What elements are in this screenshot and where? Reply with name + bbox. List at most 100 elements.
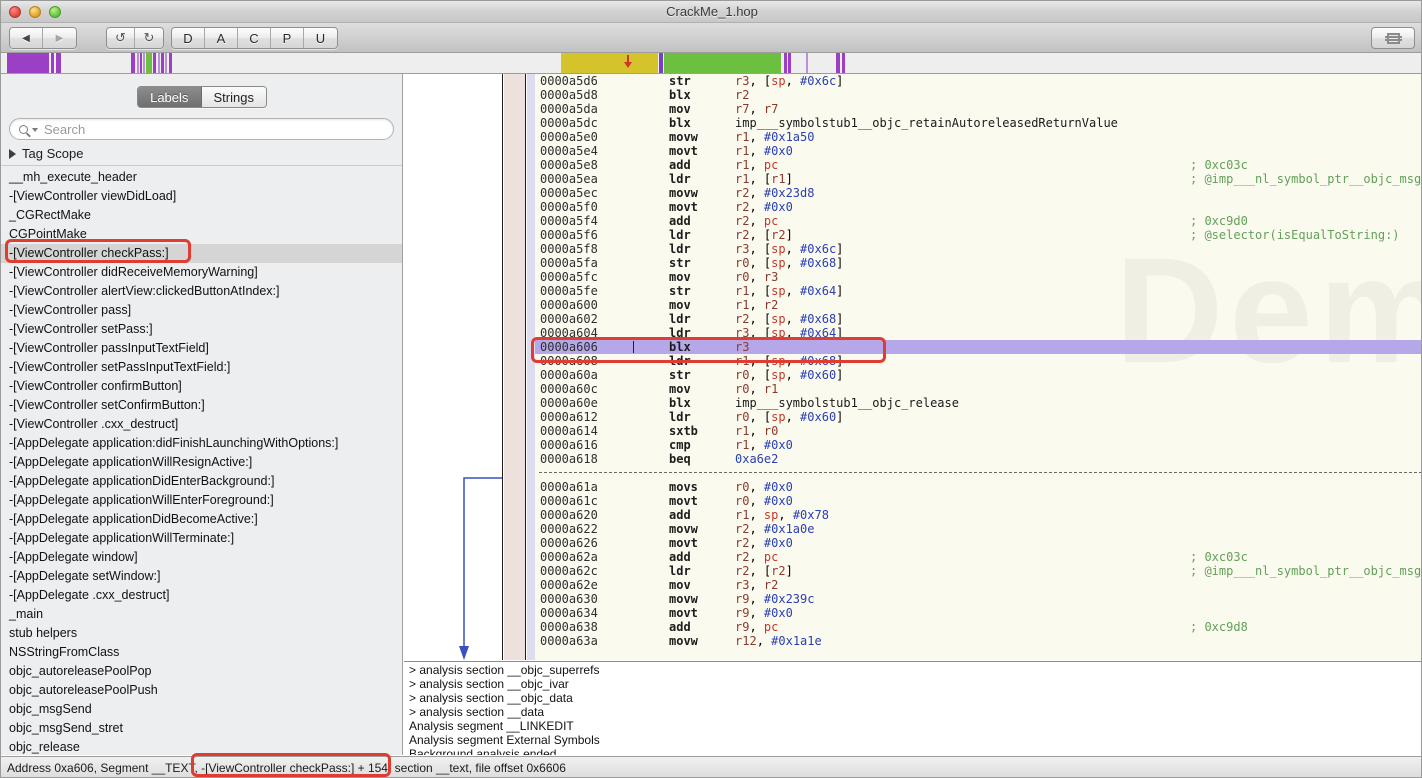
disclosure-triangle-icon[interactable] <box>9 148 16 159</box>
processor-button[interactable] <box>1371 27 1415 49</box>
tab-labels[interactable]: Labels <box>137 87 202 107</box>
label-list-item[interactable]: objc_autoreleasePoolPush <box>1 681 402 700</box>
chevron-down-icon[interactable] <box>32 128 38 132</box>
disassembly-row[interactable]: 0000a63a movw r12, #0x1a1e <box>535 634 1421 648</box>
label-list-item[interactable]: -[AppDelegate applicationDidBecomeActive… <box>1 510 402 529</box>
redo-icon[interactable]: ↻ <box>135 28 163 48</box>
label-list-item[interactable]: -[AppDelegate applicationDidEnterBackgro… <box>1 472 402 491</box>
label-list-item[interactable]: -[AppDelegate application:didFinishLaunc… <box>1 434 402 453</box>
search-box[interactable] <box>9 118 394 140</box>
disassembly-row[interactable]: 0000a5f8 ldr r3, [sp, #0x6c] <box>535 242 1421 256</box>
disassembly-row[interactable]: 0000a634 movt r9, #0x0 <box>535 606 1421 620</box>
disassembly-row[interactable]: 0000a626 movt r2, #0x0 <box>535 536 1421 550</box>
label-list-item[interactable]: -[ViewController pass] <box>1 301 402 320</box>
undo-icon[interactable]: ↺ <box>107 28 135 48</box>
segment-block[interactable] <box>51 53 54 73</box>
disassembly-row[interactable]: 0000a60e blx imp___symbolstub1__objc_relea… <box>535 396 1421 410</box>
label-list-item[interactable]: -[ViewController didReceiveMemoryWarning… <box>1 263 402 282</box>
disassembly-row[interactable]: 0000a5ec movw r2, #0x23d8 <box>535 186 1421 200</box>
tag-scope-disclosure[interactable]: Tag Scope <box>1 140 402 166</box>
disassembly-row[interactable]: 0000a618 beq 0xa6e2 <box>535 452 1421 466</box>
label-list-item[interactable]: CGPointMake <box>1 225 402 244</box>
disassembly-row[interactable]: 0000a5fc mov r0, r3 <box>535 270 1421 284</box>
disassembly-row[interactable]: 0000a616 cmp r1, #0x0 <box>535 438 1421 452</box>
segment-block[interactable] <box>158 53 160 73</box>
label-list-item[interactable]: -[ViewController setPassInputTextField:] <box>1 358 402 377</box>
disassembly-row[interactable]: 0000a5f6 ldr r2, [r2] ; @selector(isEqualTo… <box>535 228 1421 242</box>
disassembly-row[interactable]: 0000a5da mov r7, r7 <box>535 102 1421 116</box>
label-list-item[interactable]: stub helpers <box>1 624 402 643</box>
disassembly-row[interactable]: 0000a60c mov r0, r1 <box>535 382 1421 396</box>
label-list-item[interactable]: -[ViewController viewDidLoad] <box>1 187 402 206</box>
tab-strings[interactable]: Strings <box>202 87 266 107</box>
label-list-item[interactable]: -[AppDelegate window] <box>1 548 402 567</box>
mode-button-u[interactable]: U <box>304 28 337 48</box>
disassembly-row[interactable]: 0000a614 sxtb r1, r0 <box>535 424 1421 438</box>
segment-block[interactable] <box>169 53 172 73</box>
disassembly-view[interactable]: Demo 0000a5d6strr3, [sp, #0x6c]0000a5d8b… <box>535 74 1421 660</box>
disassembly-row[interactable]: 0000a5d8 blx r2 <box>535 88 1421 102</box>
segment-block[interactable] <box>165 53 167 73</box>
label-list-item[interactable]: _main <box>1 605 402 624</box>
disassembly-row[interactable]: 0000a62c ldr r2, [r2] ; @imp___nl_symbol_pt… <box>535 564 1421 578</box>
segment-block[interactable] <box>56 53 61 73</box>
label-list-item[interactable]: -[AppDelegate setWindow:] <box>1 567 402 586</box>
label-list-item[interactable]: objc_autoreleasePoolPop <box>1 662 402 681</box>
segment-block[interactable] <box>153 53 156 73</box>
analysis-log-panel[interactable]: > analysis section __objc_superrefs > ana… <box>404 661 1421 755</box>
disassembly-row[interactable]: 0000a60a str r0, [sp, #0x60] <box>535 368 1421 382</box>
segment-block[interactable] <box>806 53 808 73</box>
disassembly-row[interactable]: 0000a5dc blx imp___symbolstub1__objc_retai… <box>535 116 1421 130</box>
disassembly-row[interactable]: 0000a5e8 add r1, pc ; 0xc03c <box>535 158 1421 172</box>
disassembly-row[interactable]: 0000a608 ldr r1, [sp, #0x68] <box>535 354 1421 368</box>
disassembly-row[interactable]: 0000a606 blx r3 <box>535 340 1421 354</box>
label-list-item[interactable]: -[AppDelegate applicationWillTerminate:] <box>1 529 402 548</box>
label-list-item[interactable]: -[ViewController confirmButton] <box>1 377 402 396</box>
disassembly-row[interactable]: 0000a5fe str r1, [sp, #0x64] <box>535 284 1421 298</box>
disassembly-row[interactable]: 0000a602 ldr r2, [sp, #0x68] <box>535 312 1421 326</box>
segment-block[interactable] <box>836 53 840 73</box>
segment-block[interactable] <box>788 53 791 73</box>
segment-block[interactable] <box>140 53 142 73</box>
segment-block[interactable] <box>137 53 139 73</box>
disassembly-row[interactable]: 0000a600 mov r1, r2 <box>535 298 1421 312</box>
label-list[interactable]: __mh_execute_header -[ViewController view… <box>1 166 402 755</box>
mode-button-a[interactable]: A <box>205 28 238 48</box>
label-list-item[interactable]: -[ViewController setConfirmButton:] <box>1 396 402 415</box>
mode-button-p[interactable]: P <box>271 28 304 48</box>
disassembly-row[interactable]: 0000a5f4 add r2, pc ; 0xc9d0 <box>535 214 1421 228</box>
disassembly-row[interactable]: 0000a61a movs r0, #0x0 <box>535 480 1421 494</box>
label-list-item[interactable]: -[ViewController alertView:clickedButton… <box>1 282 402 301</box>
label-list-item[interactable]: -[ViewController passInputTextField] <box>1 339 402 358</box>
label-list-item[interactable]: -[ViewController checkPass:] <box>1 244 402 263</box>
label-list-item[interactable]: objc_msgSend <box>1 700 402 719</box>
segment-block[interactable] <box>146 53 152 73</box>
segment-block[interactable] <box>7 53 49 73</box>
segment-block[interactable] <box>143 53 145 73</box>
segment-overview-bar[interactable] <box>1 53 1421 74</box>
segment-block[interactable] <box>784 53 787 73</box>
segment-block[interactable] <box>659 53 663 73</box>
label-list-item[interactable]: -[AppDelegate .cxx_destruct] <box>1 586 402 605</box>
disassembly-row[interactable]: 0000a61c movt r0, #0x0 <box>535 494 1421 508</box>
segment-block[interactable] <box>664 53 781 73</box>
search-input[interactable] <box>44 121 384 137</box>
forward-button[interactable]: ▶ <box>43 28 76 48</box>
disassembly-row[interactable]: 0000a630 movw r9, #0x239c <box>535 592 1421 606</box>
disassembly-row[interactable]: 0000a622 movw r2, #0x1a0e <box>535 522 1421 536</box>
disassembly-row[interactable]: 0000a62a add r2, pc ; 0xc03c <box>535 550 1421 564</box>
mode-button-d[interactable]: D <box>172 28 205 48</box>
segment-block[interactable] <box>161 53 164 73</box>
disassembly-row[interactable]: 0000a5d6 str r3, [sp, #0x6c] <box>535 74 1421 88</box>
label-list-item[interactable]: -[AppDelegate applicationWillEnterForegr… <box>1 491 402 510</box>
disassembly-row[interactable]: 0000a5e4 movt r1, #0x0 <box>535 144 1421 158</box>
label-list-item[interactable]: objc_release <box>1 738 402 755</box>
disassembly-row[interactable]: 0000a5f0 movt r2, #0x0 <box>535 200 1421 214</box>
disassembly-row[interactable]: 0000a620 add r1, sp, #0x78 <box>535 508 1421 522</box>
label-list-item[interactable]: -[ViewController setPass:] <box>1 320 402 339</box>
segment-block[interactable] <box>561 53 658 73</box>
disassembly-row[interactable]: 0000a5ea ldr r1, [r1] ; @imp___nl_symbol_pt… <box>535 172 1421 186</box>
disassembly-row[interactable]: 0000a638 add r9, pc ; 0xc9d8 <box>535 620 1421 634</box>
label-list-item[interactable]: objc_msgSend_stret <box>1 719 402 738</box>
label-list-item[interactable]: _CGRectMake <box>1 206 402 225</box>
